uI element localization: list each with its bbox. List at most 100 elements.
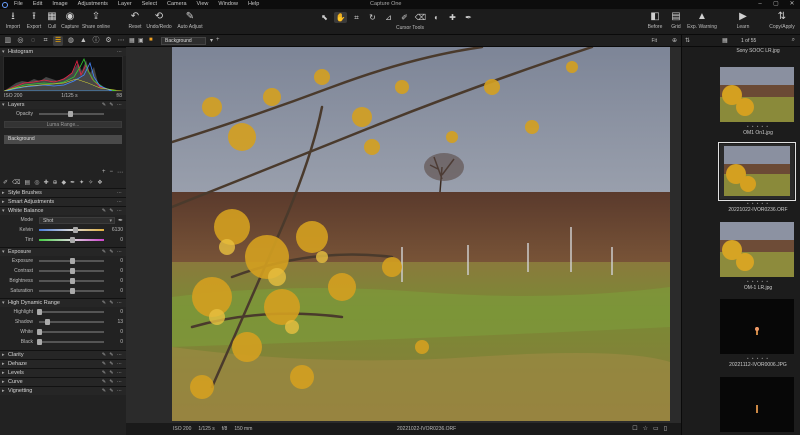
contrast-slider[interactable] bbox=[39, 268, 104, 274]
exposure-tab-icon[interactable]: ☰ bbox=[53, 35, 63, 46]
grid-view-icon[interactable]: ▦ bbox=[129, 37, 135, 44]
vignetting-header[interactable]: ▸ Vignetting ✎ ✎ ⋯ bbox=[0, 386, 126, 395]
learn-button[interactable]: ▶ Learn bbox=[730, 11, 756, 30]
zoom-icon[interactable]: ⊕ bbox=[672, 37, 677, 44]
fullscreen-icon[interactable]: ▣ bbox=[138, 37, 144, 44]
white-slider[interactable] bbox=[37, 329, 104, 335]
thumbnail-image[interactable] bbox=[720, 377, 794, 432]
brightness-slider[interactable] bbox=[39, 278, 104, 284]
layer-mask-icon[interactable]: ■ bbox=[149, 37, 153, 43]
highlight-slider[interactable] bbox=[37, 309, 104, 315]
menu-layer[interactable]: Layer bbox=[113, 0, 137, 9]
dehaze-header[interactable]: ▸ Dehaze ✎ ✎ ⋯ bbox=[0, 359, 126, 368]
refine-icon[interactable]: ✦ bbox=[79, 179, 84, 186]
gradient-tool-icon[interactable]: ◐ bbox=[430, 12, 443, 23]
tint-slider[interactable] bbox=[39, 237, 104, 243]
picker-icon[interactable]: ✒ bbox=[70, 179, 75, 186]
rating-icon[interactable]: ☆ bbox=[643, 425, 648, 432]
capture-button[interactable]: ◉ Capture bbox=[57, 11, 83, 30]
brush-tool-icon[interactable]: ✐ bbox=[398, 12, 411, 23]
batch-tab-icon[interactable]: ⋯ bbox=[116, 36, 126, 46]
exposure-slider[interactable] bbox=[39, 258, 104, 264]
focus-mask-icon[interactable]: ☐ bbox=[632, 425, 637, 432]
layer-background[interactable]: Background bbox=[4, 135, 122, 144]
sort-icon[interactable]: ⇅ bbox=[685, 37, 690, 44]
heal-tool-icon[interactable]: ✚ bbox=[446, 12, 459, 23]
style-brush-icon[interactable]: ❖ bbox=[97, 179, 102, 186]
share-online-button[interactable]: ⇪ Share online bbox=[82, 11, 110, 30]
heal-icon[interactable]: ✚ bbox=[43, 179, 48, 186]
grid-button[interactable]: ▤ Grid bbox=[663, 11, 689, 30]
smart-adjustments-header[interactable]: ▸ Smart Adjustments ⋯ bbox=[0, 197, 126, 206]
copy-apply-button[interactable]: ⇅ Copy/Apply bbox=[769, 11, 795, 30]
thumbnail-image[interactable] bbox=[720, 67, 794, 122]
pan-tool-icon[interactable]: ✋ bbox=[334, 12, 347, 23]
shadow-slider[interactable] bbox=[39, 319, 104, 325]
menu-file[interactable]: File bbox=[9, 0, 28, 9]
search-icon[interactable]: ⌕ bbox=[792, 37, 795, 44]
style-brushes-header[interactable]: ▸ Style Brushes ⋯ bbox=[0, 188, 126, 197]
hdr-header[interactable]: ▾ High Dynamic Range ✎ ✎ ⋯ bbox=[0, 298, 126, 307]
magic-brush-icon[interactable]: ✧ bbox=[88, 179, 93, 186]
levels-header[interactable]: ▸ Levels ✎ ✎ ⋯ bbox=[0, 368, 126, 377]
close-icon[interactable]: ✕ bbox=[784, 0, 800, 9]
image-viewer[interactable] bbox=[126, 47, 681, 423]
thumbnail-item[interactable]: • • • • • OM1 On1.jpg bbox=[720, 67, 796, 136]
radial-gradient-icon[interactable]: ◎ bbox=[34, 179, 39, 186]
reset-button[interactable]: ↶ Reset bbox=[122, 11, 148, 30]
white-balance-header[interactable]: ▾ White Balance ✎ ✎ ⋯ bbox=[0, 206, 126, 215]
clone-icon[interactable]: ⊕ bbox=[52, 179, 57, 186]
undo-redo-button[interactable]: ⟲ Undo/Redo bbox=[146, 11, 172, 30]
eraser-tool-icon[interactable]: ⌫ bbox=[414, 12, 427, 23]
clarity-header[interactable]: ▸ Clarity ✎ ✎ ⋯ bbox=[0, 350, 126, 359]
main-photo[interactable] bbox=[172, 47, 670, 421]
auto-adjust-button[interactable]: ✎ Auto Adjust bbox=[177, 11, 203, 30]
menu-view[interactable]: View bbox=[192, 0, 214, 9]
thumbnail-image[interactable] bbox=[718, 142, 796, 201]
browser-scroll-area[interactable] bbox=[682, 47, 718, 435]
thumbnail-item-selected[interactable]: • • • • • 20221022-IVOR0236.ORF bbox=[718, 142, 796, 213]
chevron-down-icon[interactable]: ▾ bbox=[210, 37, 213, 44]
brush-icon[interactable]: ✐ bbox=[3, 179, 8, 186]
fill-icon[interactable]: ◆ bbox=[62, 179, 67, 186]
color-tag-icon[interactable]: ▭ bbox=[653, 425, 659, 432]
erase-icon[interactable]: ⌫ bbox=[12, 179, 20, 186]
minimize-icon[interactable]: – bbox=[752, 0, 768, 9]
histogram-header[interactable]: ▾ Histogram ⋯ bbox=[0, 47, 126, 56]
black-slider[interactable] bbox=[37, 339, 104, 345]
thumbnail-image[interactable] bbox=[720, 222, 794, 277]
composition-tab-icon[interactable]: ⌗ bbox=[41, 36, 51, 46]
details-tab-icon[interactable]: ▲ bbox=[79, 36, 89, 46]
linear-gradient-icon[interactable]: ▤ bbox=[25, 179, 31, 186]
thumbnail-item[interactable]: • • • • • 20221112-IVOR0006.JPG bbox=[720, 299, 796, 368]
color-tab-icon[interactable]: ◍ bbox=[66, 36, 76, 46]
exposure-warning-button[interactable]: ▲ Exp. Warning bbox=[687, 11, 717, 30]
compare-icon[interactable]: ▯ bbox=[664, 425, 667, 432]
menu-select[interactable]: Select bbox=[137, 0, 162, 9]
menu-adjustments[interactable]: Adjustments bbox=[73, 0, 113, 9]
menu-camera[interactable]: Camera bbox=[162, 0, 192, 9]
select-tool-icon[interactable]: ⬉ bbox=[318, 12, 331, 23]
library-tab-icon[interactable]: ▥ bbox=[3, 36, 13, 46]
capture-tab-icon[interactable]: ◎ bbox=[16, 36, 26, 46]
layer-select[interactable]: Background bbox=[161, 37, 206, 45]
keystone-tool-icon[interactable]: ⊿ bbox=[382, 12, 395, 23]
thumbnail-image[interactable] bbox=[720, 299, 794, 354]
kelvin-slider[interactable] bbox=[39, 227, 104, 233]
exposure-header[interactable]: ▾ Exposure ✎ ✎ ⋯ bbox=[0, 247, 126, 256]
thumbnail-item[interactable]: • • • • • OM-1 LR.jpg bbox=[720, 222, 796, 291]
rotate-tool-icon[interactable]: ↻ bbox=[366, 12, 379, 23]
remove-layer-icon[interactable]: − bbox=[109, 169, 113, 175]
add-layer-icon[interactable]: + bbox=[102, 169, 106, 175]
wb-mode-select[interactable]: Shot bbox=[39, 216, 115, 224]
wb-picker-icon[interactable]: ✒ bbox=[118, 217, 123, 224]
menu-window[interactable]: Window bbox=[213, 0, 243, 9]
menu-edit[interactable]: Edit bbox=[28, 0, 47, 9]
picker-tool-icon[interactable]: ✒ bbox=[462, 12, 475, 23]
add-layer-icon[interactable]: + bbox=[216, 37, 220, 43]
curve-header[interactable]: ▸ Curve ✎ ✎ ⋯ bbox=[0, 377, 126, 386]
layer-menu-icon[interactable]: ⋯ bbox=[117, 169, 123, 176]
opacity-slider[interactable] bbox=[39, 111, 104, 117]
saturation-slider[interactable] bbox=[39, 288, 104, 294]
menu-help[interactable]: Help bbox=[243, 0, 264, 9]
